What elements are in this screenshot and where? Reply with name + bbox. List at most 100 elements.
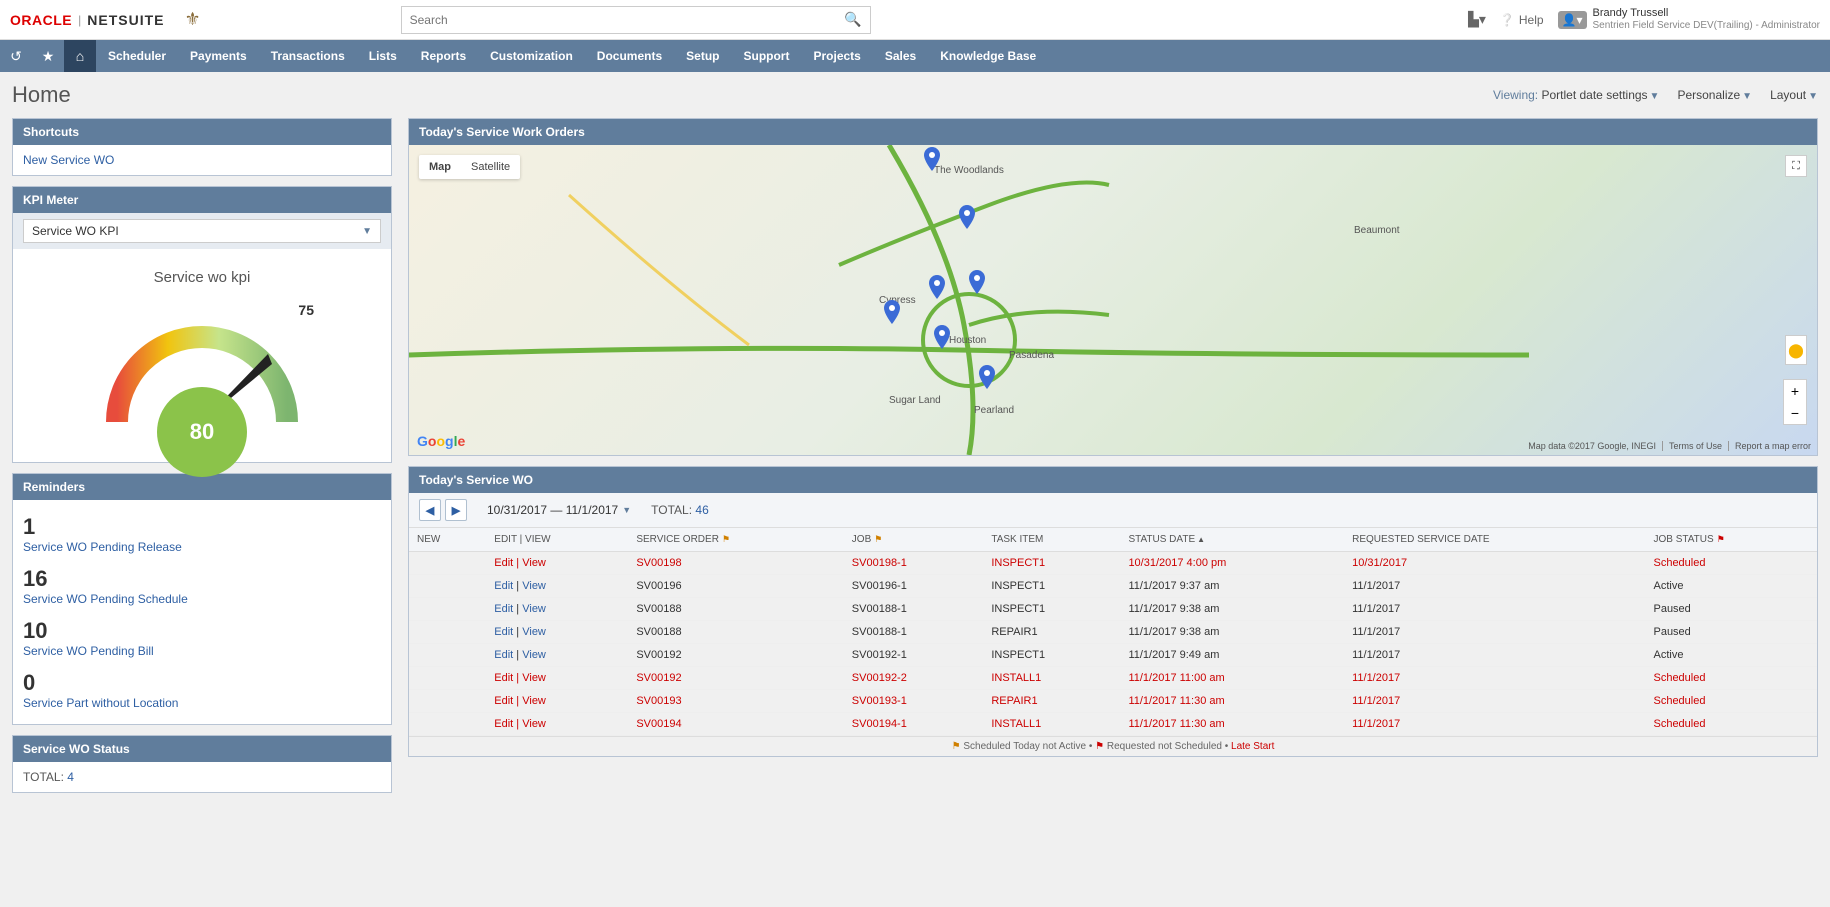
topbar: ORACLE | NETSUITE ⚜ 🔍 ▙▾ ❔Help 👤▾ Brandy… — [0, 0, 1830, 40]
cell-task-item: INSTALL1 — [983, 713, 1120, 736]
edit-link[interactable]: Edit — [494, 672, 513, 684]
map-fullscreen-icon[interactable]: ⛶ — [1785, 155, 1807, 177]
map-pin-icon[interactable] — [884, 300, 900, 324]
reminders-header: Reminders — [13, 474, 391, 500]
map-zoom-control: + − — [1783, 379, 1807, 425]
feedback-icon[interactable]: ▙▾ — [1468, 11, 1486, 28]
map-zoom-out[interactable]: − — [1784, 402, 1806, 424]
reminder-link[interactable]: Service WO Pending Schedule — [23, 592, 381, 606]
nav-sales[interactable]: Sales — [873, 40, 928, 72]
col-job-status[interactable]: JOB STATUS⚑ — [1645, 528, 1817, 552]
global-search[interactable]: 🔍 — [401, 6, 871, 34]
cell-job-status: Scheduled — [1645, 667, 1817, 690]
map-pin-icon[interactable] — [934, 325, 950, 349]
table-prev-button[interactable]: ◀ — [419, 499, 441, 521]
nav-documents[interactable]: Documents — [585, 40, 674, 72]
view-link[interactable]: View — [522, 718, 546, 730]
edit-link[interactable]: Edit — [494, 695, 513, 707]
col-service-order[interactable]: SERVICE ORDER⚑ — [628, 528, 843, 552]
cell-task-item: REPAIR1 — [983, 621, 1120, 644]
cell-status-date: 11/1/2017 9:38 am — [1120, 598, 1344, 621]
map-pin-icon[interactable] — [929, 275, 945, 299]
map-city-houston: Houston — [949, 335, 986, 346]
chevron-down-icon: ▼ — [362, 226, 372, 237]
map-report-link[interactable]: Report a map error — [1728, 441, 1811, 451]
edit-link[interactable]: Edit — [494, 603, 513, 615]
view-link[interactable]: View — [522, 649, 546, 661]
reminder-link[interactable]: Service WO Pending Release — [23, 540, 381, 554]
map-type-satellite[interactable]: Satellite — [461, 155, 520, 179]
col-requested-date[interactable]: REQUESTED SERVICE DATE — [1344, 528, 1645, 552]
map-terms-link[interactable]: Terms of Use — [1662, 441, 1722, 451]
nav-projects[interactable]: Projects — [801, 40, 872, 72]
edit-link[interactable]: Edit — [494, 557, 513, 569]
viewing-menu[interactable]: Viewing: Portlet date settings▼ — [1493, 88, 1659, 102]
table-date-range[interactable]: 10/31/2017 — 11/1/2017 ▼ — [487, 503, 631, 517]
nav-lists[interactable]: Lists — [357, 40, 409, 72]
kpi-select[interactable]: Service WO KPI ▼ — [23, 219, 381, 243]
map-pegman-icon[interactable]: ⬤ — [1785, 335, 1807, 365]
nav-reports[interactable]: Reports — [409, 40, 478, 72]
col-edit-view[interactable]: EDIT | VIEW — [486, 528, 628, 552]
view-link[interactable]: View — [522, 672, 546, 684]
search-input[interactable] — [410, 13, 845, 27]
cell-service-order: SV00188 — [628, 621, 843, 644]
layout-menu[interactable]: Layout▼ — [1770, 88, 1818, 102]
reminder-link[interactable]: Service WO Pending Bill — [23, 644, 381, 658]
view-link[interactable]: View — [522, 695, 546, 707]
table-row: Edit | ViewSV00192SV00192-1INSPECT111/1/… — [409, 644, 1817, 667]
table-next-button[interactable]: ▶ — [445, 499, 467, 521]
flag-icon: ⚑ — [1095, 741, 1104, 752]
personalize-menu[interactable]: Personalize▼ — [1677, 88, 1752, 102]
map-zoom-in[interactable]: + — [1784, 380, 1806, 402]
col-job[interactable]: JOB⚑ — [844, 528, 984, 552]
nav-home-icon[interactable]: ⌂ — [64, 40, 96, 72]
view-link[interactable]: View — [522, 557, 546, 569]
cell-task-item: INSPECT1 — [983, 598, 1120, 621]
cell-job: SV00188-1 — [844, 621, 984, 644]
map-pin-icon[interactable] — [979, 365, 995, 389]
nav-payments[interactable]: Payments — [178, 40, 259, 72]
view-link[interactable]: View — [522, 626, 546, 638]
user-menu[interactable]: 👤▾ Brandy Trussell Sentrien Field Servic… — [1558, 7, 1820, 32]
cell-service-order: SV00192 — [628, 644, 843, 667]
col-status-date[interactable]: STATUS DATE▲ — [1120, 528, 1344, 552]
reminder-link[interactable]: Service Part without Location — [23, 696, 381, 710]
cell-job: SV00198-1 — [844, 552, 984, 575]
nav-favorites-icon[interactable]: ★ — [32, 40, 64, 72]
edit-link[interactable]: Edit — [494, 649, 513, 661]
map-pin-icon[interactable] — [924, 147, 940, 171]
cell-status-date: 11/1/2017 9:37 am — [1120, 575, 1344, 598]
shortcut-new-service-wo[interactable]: New Service WO — [23, 153, 381, 167]
oracle-logo: ORACLE — [10, 12, 72, 28]
map-type-map[interactable]: Map — [419, 155, 461, 179]
map-type-toggle: Map Satellite — [419, 155, 520, 179]
edit-link[interactable]: Edit — [494, 626, 513, 638]
nav-recent-icon[interactable]: ↺ — [0, 40, 32, 72]
col-new[interactable]: NEW — [409, 528, 486, 552]
nav-scheduler[interactable]: Scheduler — [96, 40, 178, 72]
cell-job: SV00188-1 — [844, 598, 984, 621]
map-canvas[interactable]: Houston The Woodlands Beaumont Cypress P… — [409, 145, 1817, 455]
view-link[interactable]: View — [522, 603, 546, 615]
cell-service-order: SV00192 — [628, 667, 843, 690]
map-city-pearland: Pearland — [974, 405, 1014, 416]
sort-asc-icon: ▲ — [1197, 535, 1205, 544]
edit-link[interactable]: Edit — [494, 718, 513, 730]
view-link[interactable]: View — [522, 580, 546, 592]
edit-link[interactable]: Edit — [494, 580, 513, 592]
help-link[interactable]: ❔Help — [1500, 13, 1544, 27]
service-wo-table-header: Today's Service WO — [409, 467, 1817, 493]
nav-knowledge-base[interactable]: Knowledge Base — [928, 40, 1048, 72]
nav-support[interactable]: Support — [731, 40, 801, 72]
search-icon[interactable]: 🔍 — [844, 11, 861, 28]
cell-requested-date: 10/31/2017 — [1344, 552, 1645, 575]
nav-transactions[interactable]: Transactions — [259, 40, 357, 72]
nav-customization[interactable]: Customization — [478, 40, 585, 72]
map-pin-icon[interactable] — [969, 270, 985, 294]
map-pin-icon[interactable] — [959, 205, 975, 229]
cell-status-date: 11/1/2017 11:00 am — [1120, 667, 1344, 690]
cell-status-date: 10/31/2017 4:00 pm — [1120, 552, 1344, 575]
nav-setup[interactable]: Setup — [674, 40, 731, 72]
col-task-item[interactable]: TASK ITEM — [983, 528, 1120, 552]
